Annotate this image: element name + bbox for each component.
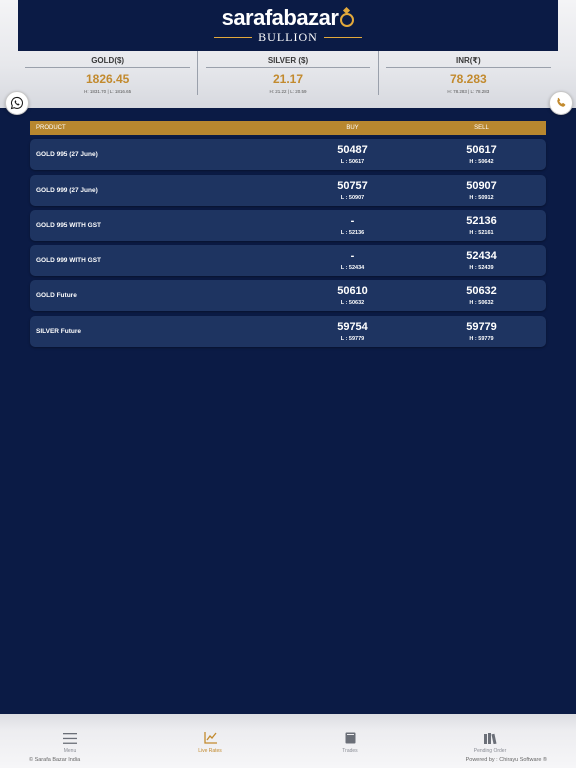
sell-price: 59779	[466, 320, 497, 333]
whatsapp-button[interactable]	[5, 91, 29, 115]
rate-label: SILVER ($)	[205, 56, 371, 68]
brand-tagline: BULLION	[258, 29, 318, 44]
buy-low: L : 50617	[340, 159, 365, 166]
buy-price: 50757	[337, 179, 368, 192]
buy-low: L : 50907	[340, 194, 365, 201]
buy-price: 50610	[337, 285, 368, 298]
table-row[interactable]: GOLD 995 WITH GST - L : 52136 52136 H : …	[30, 209, 546, 241]
buy-cell: 59754 L : 59779	[288, 321, 417, 342]
sell-high: H : 52439	[469, 265, 494, 272]
brand-name-part2: bazar	[283, 4, 339, 30]
app-header: sarafa bazar BULLION	[18, 0, 558, 51]
rate-value: 1826.45	[85, 72, 130, 86]
sell-price: 50632	[466, 285, 497, 298]
buy-cell: - L : 52136	[288, 215, 417, 236]
table-header: PRODUCT BUY SELL	[30, 121, 546, 135]
rate-value: 21.17	[272, 72, 303, 86]
rate-inr: INR(₹) 78.283 H: 78.283 | L: 78.283	[379, 51, 558, 95]
sell-cell: 52434 H : 52439	[417, 250, 546, 271]
table-row[interactable]: GOLD 999 (27 June) 50757 L : 50907 50907…	[30, 174, 546, 206]
whatsapp-icon	[10, 96, 23, 110]
sell-high: H : 59779	[469, 335, 494, 342]
table-row[interactable]: GOLD 999 WITH GST - L : 52434 52434 H : …	[30, 245, 546, 277]
sell-high: H : 50912	[469, 194, 494, 201]
buy-price: -	[350, 214, 355, 227]
rate-value: 78.283	[449, 72, 487, 86]
buy-cell: 50487 L : 50617	[288, 144, 417, 165]
table-row[interactable]: GOLD 995 (27 June) 50487 L : 50617 50617…	[30, 139, 546, 171]
copyright-text: © Sarafa Bazar India	[29, 757, 81, 763]
book-icon	[342, 731, 358, 745]
buy-cell: 50757 L : 50907	[288, 180, 417, 201]
tagline-divider-left	[214, 36, 253, 38]
product-name: GOLD Future	[36, 292, 77, 300]
brand-logo: sarafa bazar	[221, 4, 355, 30]
buy-cell: - L : 52434	[288, 250, 417, 271]
buy-low: L : 52434	[340, 265, 365, 272]
brand-tagline-row: BULLION	[214, 30, 362, 45]
nav-label: Menu	[63, 748, 77, 754]
sell-cell: 52136 H : 52161	[417, 215, 546, 236]
product-name: GOLD 999 (27 June)	[36, 186, 98, 194]
table-row[interactable]: SILVER Future 59754 L : 59779 59779 H : …	[30, 315, 546, 347]
buy-cell: 50610 L : 50632	[288, 285, 417, 306]
nav-pending-order[interactable]: Pending Order	[420, 731, 560, 755]
buy-price: 59754	[337, 320, 368, 333]
buy-price: -	[350, 250, 355, 263]
header-product: PRODUCT	[36, 125, 66, 131]
product-name: GOLD 995 WITH GST	[36, 221, 102, 229]
brand-name-part1: sarafa	[221, 4, 284, 30]
rate-high-low: H: 1831.70 | L: 1816.65	[84, 89, 132, 94]
sell-cell: 50632 H : 50632	[417, 285, 546, 306]
phone-button[interactable]	[549, 91, 573, 115]
sell-cell: 50617 H : 50642	[417, 144, 546, 165]
nav-label: Trades	[342, 748, 358, 754]
buy-low: L : 59779	[340, 335, 365, 342]
bottom-nav: Menu Live Rates Trades Pending Order	[0, 731, 576, 755]
spot-rates-bar: GOLD($) 1826.45 H: 1831.70 | L: 1816.65 …	[18, 51, 558, 95]
sell-price: 52136	[466, 214, 497, 227]
live-rates-table: PRODUCT BUY SELL GOLD 995 (27 June) 5048…	[30, 121, 546, 347]
ring-icon	[340, 12, 355, 27]
sell-high: H : 50642	[469, 159, 494, 166]
header-buy: BUY	[346, 125, 359, 131]
buy-price: 50487	[337, 144, 368, 157]
rate-high-low: H: 78.283 | L: 78.283	[447, 89, 490, 94]
nav-label: Live Rates	[198, 748, 222, 754]
library-icon	[482, 731, 498, 745]
rate-gold: GOLD($) 1826.45 H: 1831.70 | L: 1816.65	[18, 51, 199, 95]
product-name: GOLD 999 WITH GST	[36, 257, 102, 265]
sell-high: H : 50632	[469, 300, 494, 307]
powered-by-text: Powered by : Chirayu Software ®	[465, 757, 547, 763]
nav-live-rates[interactable]: Live Rates	[140, 731, 280, 755]
nav-trades[interactable]: Trades	[280, 731, 420, 755]
header-sell: SELL	[474, 125, 489, 131]
table-row[interactable]: GOLD Future 50610 L : 50632 50632 H : 50…	[30, 280, 546, 312]
rate-label: GOLD($)	[25, 56, 191, 68]
sell-price: 52434	[466, 250, 497, 263]
sell-price: 50617	[466, 144, 497, 157]
tagline-divider-right	[323, 36, 362, 38]
sell-price: 50907	[466, 179, 497, 192]
rate-silver: SILVER ($) 21.17 H: 21.22 | L: 20.59	[198, 51, 379, 95]
menu-icon	[62, 731, 78, 745]
sell-high: H : 52161	[469, 229, 494, 236]
product-name: GOLD 995 (27 June)	[36, 151, 98, 159]
rate-label: INR(₹)	[385, 56, 551, 68]
sell-cell: 59779 H : 59779	[417, 321, 546, 342]
line-chart-icon	[202, 731, 218, 745]
buy-low: L : 50632	[340, 300, 365, 307]
nav-menu[interactable]: Menu	[0, 731, 140, 755]
phone-icon	[557, 97, 566, 107]
sell-cell: 50907 H : 50912	[417, 180, 546, 201]
buy-low: L : 52136	[340, 229, 365, 236]
nav-label: Pending Order	[473, 748, 507, 754]
product-name: SILVER Future	[36, 327, 82, 335]
rate-high-low: H: 21.22 | L: 20.59	[269, 89, 307, 94]
